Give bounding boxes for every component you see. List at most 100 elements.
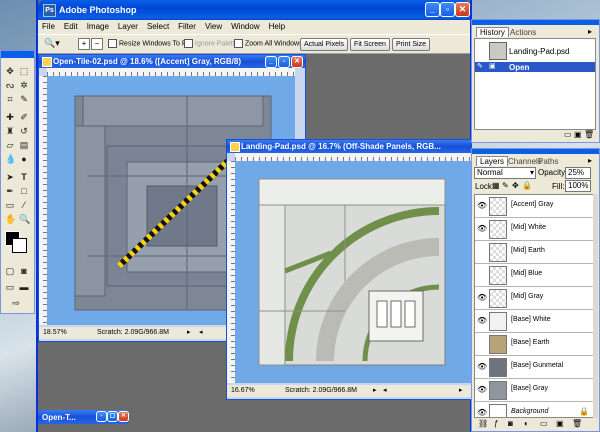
- history-brush-source-icon[interactable]: ✎: [477, 62, 483, 70]
- doc2-canvas-area[interactable]: [235, 161, 471, 383]
- eyedropper-tool-icon[interactable]: ⁄: [18, 199, 30, 211]
- toolbox-titlebar[interactable]: [1, 51, 34, 58]
- minimized-document[interactable]: Open-T... ▫ ▢ ✕: [38, 410, 129, 424]
- menu-help[interactable]: Help: [269, 22, 285, 31]
- layer-style-icon[interactable]: ƒ: [494, 419, 498, 428]
- maximize-button[interactable]: ▫: [440, 2, 455, 17]
- background-color-swatch[interactable]: [12, 238, 27, 253]
- quickmask-mode-icon[interactable]: ◙: [18, 265, 30, 277]
- zoom-all-windows-checkbox[interactable]: Zoom All Windows: [234, 39, 303, 48]
- tab-history[interactable]: History: [476, 27, 509, 37]
- doc2-hscroll-right-icon[interactable]: ▸: [459, 386, 463, 394]
- doc1-close-button[interactable]: ✕: [291, 56, 303, 68]
- menu-edit[interactable]: Edit: [64, 22, 78, 31]
- doc1-hscroll-left-icon[interactable]: ◂: [199, 328, 203, 336]
- new-group-icon[interactable]: ▭: [540, 419, 548, 428]
- tab-actions[interactable]: Actions: [510, 28, 536, 37]
- menu-layer[interactable]: Layer: [118, 22, 138, 31]
- layer-row[interactable]: [Mid] Blue: [475, 264, 594, 287]
- lock-all-icon[interactable]: 🔒: [522, 181, 532, 190]
- layers-scrollbar[interactable]: [593, 194, 598, 418]
- stamp-tool-icon[interactable]: ♜: [4, 125, 16, 137]
- eye-icon[interactable]: 👁: [477, 293, 487, 303]
- zoom-tool-icon[interactable]: 🔍: [18, 213, 30, 225]
- delete-layer-icon[interactable]: 🗑: [572, 419, 582, 428]
- brush-tool-icon[interactable]: ✐: [18, 111, 30, 123]
- layer-row[interactable]: [Base] Earth: [475, 333, 594, 356]
- doc1-titlebar[interactable]: Open-Tile-02.psd @ 18.6% ([Accent] Gray,…: [39, 55, 305, 68]
- layer-row-background[interactable]: 👁 Background 🔒: [475, 402, 594, 417]
- eye-icon[interactable]: 👁: [477, 385, 487, 395]
- eye-icon[interactable]: 👁: [477, 224, 487, 234]
- doc1-minimize-button[interactable]: _: [265, 56, 277, 68]
- history-delete-icon[interactable]: 🗑: [584, 130, 594, 139]
- minimized-doc-restore-button[interactable]: ▫: [96, 411, 107, 422]
- tab-channels[interactable]: Channels: [508, 157, 542, 166]
- menu-select[interactable]: Select: [147, 22, 169, 31]
- menu-view[interactable]: View: [205, 22, 222, 31]
- pen-tool-icon[interactable]: ✒: [4, 185, 16, 197]
- tab-layers[interactable]: Layers: [476, 156, 509, 166]
- new-layer-icon[interactable]: ▣: [556, 419, 564, 428]
- shape-tool-icon[interactable]: □: [18, 185, 30, 197]
- path-select-icon[interactable]: ➤: [4, 171, 16, 183]
- eye-icon[interactable]: 👁: [477, 362, 487, 372]
- doc1-zoom-value[interactable]: 18.57%: [43, 329, 67, 336]
- app-titlebar[interactable]: Ps Adobe Photoshop _ ▫ ✕: [38, 0, 470, 20]
- opacity-input[interactable]: 25%: [565, 167, 591, 179]
- history-brush-icon[interactable]: ↺: [18, 125, 30, 137]
- history-snapshot-thumbnail[interactable]: [489, 42, 507, 60]
- history-menu-icon[interactable]: ▸: [588, 27, 592, 36]
- quickmask-standard-icon[interactable]: ▢: [4, 265, 16, 277]
- history-new-snapshot-icon[interactable]: ▣: [574, 130, 582, 139]
- menu-window[interactable]: Window: [231, 22, 259, 31]
- lock-transparency-icon[interactable]: ▦: [492, 181, 500, 190]
- gradient-tool-icon[interactable]: ▤: [18, 139, 30, 151]
- type-tool-icon[interactable]: T: [18, 171, 30, 183]
- lock-position-icon[interactable]: ✥: [512, 181, 519, 190]
- blur-tool-icon[interactable]: 💧: [4, 153, 16, 165]
- magic-wand-tool-icon[interactable]: ✲: [18, 79, 30, 91]
- healing-tool-icon[interactable]: ✚: [4, 111, 16, 123]
- screen-mode-full-icon[interactable]: ▬: [18, 281, 30, 293]
- zoom-in-icon[interactable]: +: [78, 38, 90, 50]
- doc2-hscroll-left-icon[interactable]: ◂: [383, 386, 387, 394]
- layer-mask-icon[interactable]: ◙: [508, 419, 513, 428]
- fit-screen-button[interactable]: Fit Screen: [350, 38, 390, 51]
- layers-menu-icon[interactable]: ▸: [588, 156, 592, 165]
- layer-row[interactable]: 👁 [Base] Gunmetal: [475, 356, 594, 379]
- marquee-tool-icon[interactable]: ⬚: [18, 65, 30, 77]
- eye-icon[interactable]: 👁: [477, 201, 487, 211]
- doc1-maximize-button[interactable]: ▫: [278, 56, 290, 68]
- layer-row[interactable]: [Mid] Earth: [475, 241, 594, 264]
- layer-row[interactable]: 👁 [Base] Gray: [475, 379, 594, 402]
- blend-mode-select[interactable]: Normal ▾: [474, 167, 536, 179]
- eye-icon[interactable]: 👁: [477, 316, 487, 326]
- eye-hidden-icon[interactable]: [477, 270, 487, 280]
- eye-hidden-icon[interactable]: [477, 247, 487, 257]
- doc2-status-menu-icon[interactable]: ▸: [373, 386, 377, 394]
- doc2-titlebar[interactable]: Landing-Pad.psd @ 16.7% (Off-Shade Panel…: [227, 140, 471, 153]
- history-state-row[interactable]: ✎ ▣ Open: [475, 62, 595, 72]
- slice-tool-icon[interactable]: ✎: [18, 93, 30, 105]
- layers-palette-titlebar[interactable]: [472, 149, 599, 154]
- history-snapshot-label[interactable]: Landing-Pad.psd: [509, 47, 570, 56]
- hand-tool-icon[interactable]: ✋: [4, 213, 16, 225]
- eye-icon[interactable]: 👁: [477, 408, 487, 417]
- imageready-icon[interactable]: ⇨: [10, 297, 22, 309]
- minimized-doc-maximize-button[interactable]: ▢: [107, 411, 118, 422]
- link-layers-icon[interactable]: ⛓: [478, 419, 488, 428]
- zoom-out-icon[interactable]: −: [91, 38, 103, 50]
- eye-hidden-icon[interactable]: [477, 339, 487, 349]
- menu-image[interactable]: Image: [87, 22, 109, 31]
- layer-row[interactable]: 👁 [Mid] Gray: [475, 287, 594, 310]
- eraser-tool-icon[interactable]: ▱: [4, 139, 16, 151]
- layer-row[interactable]: 👁 [Mid] White: [475, 218, 594, 241]
- minimize-button[interactable]: _: [425, 2, 440, 17]
- dodge-tool-icon[interactable]: ●: [18, 153, 30, 165]
- menu-file[interactable]: File: [42, 22, 55, 31]
- lock-image-icon[interactable]: ✎: [502, 181, 509, 190]
- minimized-doc-close-button[interactable]: ✕: [118, 411, 129, 422]
- zoom-preset-icon[interactable]: 🔍▾: [44, 38, 60, 49]
- notes-tool-icon[interactable]: ▭: [4, 199, 16, 211]
